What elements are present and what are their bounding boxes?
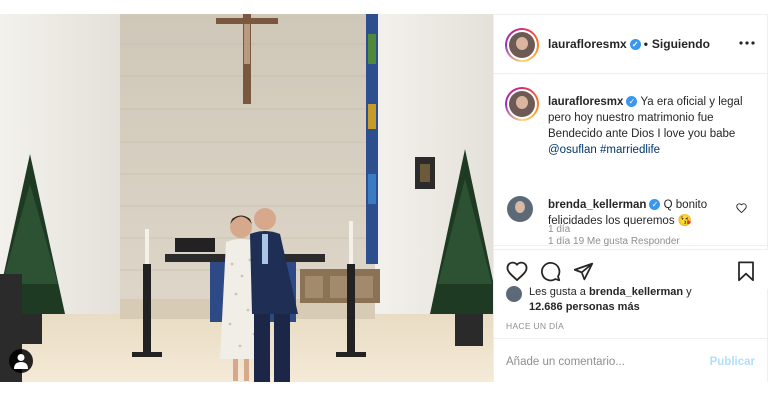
- post-side-panel: laurafloresmx ✓ • Siguiendo laurafloresmx ✓ …: [493, 14, 768, 382]
- comment-emoji: 😘: [677, 215, 693, 227]
- post-caption: laurafloresmx ✓ Ya era oficial y legal pe…: [548, 94, 758, 158]
- comment-input[interactable]: Añade un comentario...: [506, 356, 625, 368]
- caption-author-avatar[interactable]: [505, 87, 539, 121]
- comment-meta[interactable]: 1 día 19 Me gusta Responder: [548, 236, 680, 247]
- post-photo[interactable]: [0, 14, 493, 382]
- add-comment-bar: Añade un comentario... Publicar: [494, 338, 767, 383]
- heart-icon[interactable]: [506, 261, 528, 281]
- action-bar: [494, 249, 768, 289]
- bookmark-icon[interactable]: [737, 261, 755, 282]
- following-button[interactable]: Siguiendo: [652, 37, 710, 51]
- commenter-avatar[interactable]: [507, 196, 533, 222]
- liker-avatar: [506, 286, 522, 302]
- header-username-row: laurafloresmx ✓ • Siguiendo: [548, 37, 710, 51]
- likes-conjunction: y: [686, 286, 692, 298]
- author-username-link[interactable]: laurafloresmx: [548, 37, 627, 51]
- verified-badge-icon: ✓: [649, 199, 661, 210]
- comment-like-heart-icon[interactable]: [736, 203, 747, 213]
- user-tag-button[interactable]: [9, 349, 33, 373]
- share-icon[interactable]: [573, 261, 594, 282]
- user-tag-icon: [14, 354, 28, 369]
- likes-prefix: Les gusta a: [529, 286, 586, 298]
- comment-item: brenda_kellerman ✓ Q bonito felicidades l…: [548, 197, 733, 229]
- comment-icon[interactable]: [540, 261, 561, 282]
- caption-mention-link[interactable]: @osuflan: [548, 144, 597, 156]
- separator-dot: •: [643, 37, 648, 51]
- post-date[interactable]: HACE UN DÍA: [506, 321, 564, 331]
- author-avatar[interactable]: [505, 28, 539, 62]
- likes-count-link[interactable]: 12.686 personas más: [529, 301, 640, 313]
- liker-username-link[interactable]: brenda_kellerman: [589, 286, 683, 298]
- caption-username-link[interactable]: laurafloresmx: [548, 96, 623, 108]
- post-header: laurafloresmx ✓ • Siguiendo: [494, 15, 767, 74]
- caption-hashtag-link[interactable]: #marriedlife: [600, 144, 660, 156]
- avatar-image: [509, 32, 535, 58]
- wedding-photo-illustration: [0, 14, 493, 382]
- more-options-icon[interactable]: [739, 35, 755, 51]
- avatar-image: [509, 91, 535, 117]
- publish-button[interactable]: Publicar: [710, 356, 755, 368]
- likes-text: Les gusta a brenda_kellerman y 12.686 pe…: [529, 285, 759, 315]
- commenter-username-link[interactable]: brenda_kellerman: [548, 199, 646, 211]
- verified-badge-icon: ✓: [626, 96, 638, 107]
- verified-badge-icon: ✓: [629, 39, 641, 50]
